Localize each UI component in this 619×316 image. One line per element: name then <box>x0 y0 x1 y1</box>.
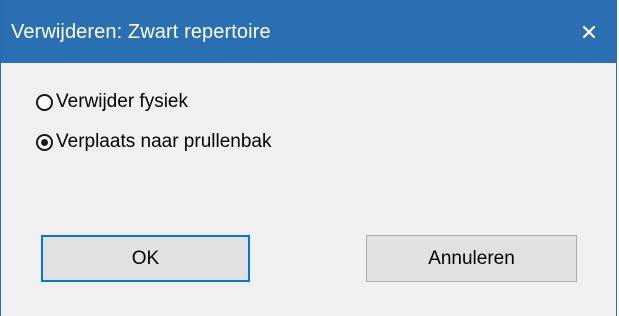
radio-unchecked-icon[interactable] <box>36 93 53 111</box>
radio-dot <box>41 138 48 146</box>
ok-button[interactable]: OK <box>41 235 250 282</box>
radio-label-delete-physically: Verwijder fysiek <box>56 91 188 112</box>
radio-label-move-to-trash: Verplaats naar prullenbak <box>56 131 272 152</box>
delete-dialog: Verwijderen: Zwart repertoire Verwijder … <box>0 0 617 316</box>
close-button[interactable] <box>562 0 616 63</box>
dialog-title: Verwijderen: Zwart repertoire <box>11 21 271 43</box>
radio-checked-icon[interactable] <box>36 133 53 151</box>
close-icon <box>582 25 596 38</box>
cancel-button[interactable]: Annuleren <box>366 235 577 282</box>
title-bar[interactable]: Verwijderen: Zwart repertoire <box>1 0 616 63</box>
radio-move-to-trash[interactable]: Verplaats naar prullenbak <box>36 131 271 153</box>
radio-delete-physically[interactable]: Verwijder fysiek <box>36 91 188 113</box>
